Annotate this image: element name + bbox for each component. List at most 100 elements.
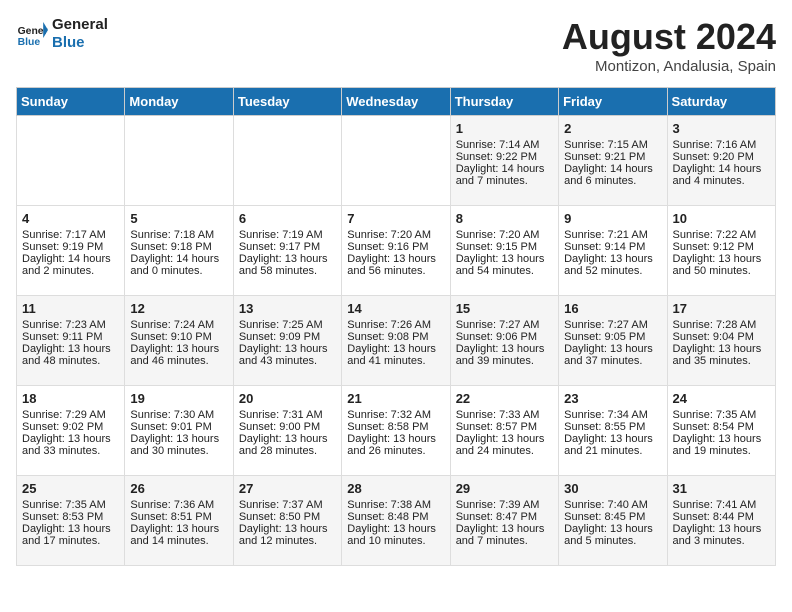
calendar-cell: 3Sunrise: 7:16 AMSunset: 9:20 PMDaylight… bbox=[667, 116, 775, 206]
cell-line: Sunset: 8:57 PM bbox=[456, 421, 553, 433]
header: General Blue General Blue August 2024 Mo… bbox=[16, 16, 776, 75]
cell-line: and 3 minutes. bbox=[673, 535, 770, 547]
cell-line: Sunset: 9:08 PM bbox=[347, 331, 444, 343]
cell-line: Daylight: 13 hours bbox=[456, 253, 553, 265]
cell-line: Sunrise: 7:18 AM bbox=[130, 229, 227, 241]
cell-line: Sunrise: 7:28 AM bbox=[673, 319, 770, 331]
calendar-cell: 2Sunrise: 7:15 AMSunset: 9:21 PMDaylight… bbox=[559, 116, 667, 206]
cell-line: Sunset: 8:58 PM bbox=[347, 421, 444, 433]
cell-line: Sunset: 9:01 PM bbox=[130, 421, 227, 433]
calendar-cell: 13Sunrise: 7:25 AMSunset: 9:09 PMDayligh… bbox=[233, 296, 341, 386]
cell-line: and 7 minutes. bbox=[456, 175, 553, 187]
cell-line: Daylight: 13 hours bbox=[239, 523, 336, 535]
calendar-cell: 25 Sunrise: 7:35 AMSunset: 8:53 PMDayligh… bbox=[17, 476, 125, 566]
day-number: 1 bbox=[456, 121, 553, 136]
day-number: 27 bbox=[239, 481, 336, 496]
calendar-cell: 23Sunrise: 7:34 AMSunset: 8:55 PMDayligh… bbox=[559, 386, 667, 476]
cell-line: Sunrise: 7:35 AM bbox=[22, 499, 119, 511]
sub-title: Montizon, Andalusia, Spain bbox=[562, 58, 776, 75]
cell-line: and 2 minutes. bbox=[22, 265, 119, 277]
day-number: 5 bbox=[130, 211, 227, 226]
svg-text:Blue: Blue bbox=[18, 37, 41, 48]
cell-line: and 10 minutes. bbox=[347, 535, 444, 547]
cell-line: Sunset: 8:53 PM bbox=[22, 511, 119, 523]
logo-general: General bbox=[52, 16, 108, 34]
calendar-cell: 22Sunrise: 7:33 AMSunset: 8:57 PMDayligh… bbox=[450, 386, 558, 476]
cell-line: Sunset: 9:09 PM bbox=[239, 331, 336, 343]
cell-line: Sunrise: 7:22 AM bbox=[673, 229, 770, 241]
cell-line: and 43 minutes. bbox=[239, 355, 336, 367]
cell-line: Sunrise: 7:30 AM bbox=[130, 409, 227, 421]
calendar-row-3: 11Sunrise: 7:23 AMSunset: 9:11 PMDayligh… bbox=[17, 296, 776, 386]
day-number: 25 bbox=[22, 481, 119, 496]
cell-line: Daylight: 13 hours bbox=[130, 523, 227, 535]
calendar-cell: 14Sunrise: 7:26 AMSunset: 9:08 PMDayligh… bbox=[342, 296, 450, 386]
weekday-header-saturday: Saturday bbox=[667, 88, 775, 116]
cell-line: Sunset: 9:15 PM bbox=[456, 241, 553, 253]
day-number: 6 bbox=[239, 211, 336, 226]
cell-line: and 30 minutes. bbox=[130, 445, 227, 457]
cell-line: Sunset: 9:02 PM bbox=[22, 421, 119, 433]
cell-line: Sunset: 9:21 PM bbox=[564, 151, 661, 163]
weekday-header-row: SundayMondayTuesdayWednesdayThursdayFrid… bbox=[17, 88, 776, 116]
day-number: 12 bbox=[130, 301, 227, 316]
weekday-header-sunday: Sunday bbox=[17, 88, 125, 116]
weekday-header-tuesday: Tuesday bbox=[233, 88, 341, 116]
cell-line: and 28 minutes. bbox=[239, 445, 336, 457]
cell-line: Daylight: 13 hours bbox=[673, 523, 770, 535]
calendar-cell: 9Sunrise: 7:21 AMSunset: 9:14 PMDaylight… bbox=[559, 206, 667, 296]
cell-line: and 6 minutes. bbox=[564, 175, 661, 187]
cell-line: and 5 minutes. bbox=[564, 535, 661, 547]
day-number: 22 bbox=[456, 391, 553, 406]
cell-line: Sunrise: 7:32 AM bbox=[347, 409, 444, 421]
cell-line: Sunset: 9:06 PM bbox=[456, 331, 553, 343]
day-number: 21 bbox=[347, 391, 444, 406]
cell-line: and 39 minutes. bbox=[456, 355, 553, 367]
cell-line: Daylight: 14 hours bbox=[22, 253, 119, 265]
logo-blue: Blue bbox=[52, 34, 108, 52]
cell-line: Daylight: 13 hours bbox=[130, 433, 227, 445]
cell-line: and 58 minutes. bbox=[239, 265, 336, 277]
calendar-cell bbox=[342, 116, 450, 206]
cell-line: and 4 minutes. bbox=[673, 175, 770, 187]
cell-line: Daylight: 13 hours bbox=[239, 343, 336, 355]
weekday-header-thursday: Thursday bbox=[450, 88, 558, 116]
cell-line: Sunset: 9:05 PM bbox=[564, 331, 661, 343]
cell-line: Sunrise: 7:27 AM bbox=[456, 319, 553, 331]
cell-line: Daylight: 13 hours bbox=[22, 523, 119, 535]
cell-line: Sunrise: 7:35 AM bbox=[673, 409, 770, 421]
cell-line: and 21 minutes. bbox=[564, 445, 661, 457]
cell-line: Sunset: 8:44 PM bbox=[673, 511, 770, 523]
cell-line: Sunrise: 7:20 AM bbox=[347, 229, 444, 241]
cell-line: Sunrise: 7:29 AM bbox=[22, 409, 119, 421]
cell-line: and 0 minutes. bbox=[130, 265, 227, 277]
calendar-cell: 5Sunrise: 7:18 AMSunset: 9:18 PMDaylight… bbox=[125, 206, 233, 296]
cell-line: Sunrise: 7:14 AM bbox=[456, 139, 553, 151]
cell-line: Sunrise: 7:41 AM bbox=[673, 499, 770, 511]
cell-line: and 50 minutes. bbox=[673, 265, 770, 277]
cell-line: and 7 minutes. bbox=[456, 535, 553, 547]
cell-line: and 54 minutes. bbox=[456, 265, 553, 277]
cell-line: Daylight: 13 hours bbox=[22, 433, 119, 445]
day-number: 17 bbox=[673, 301, 770, 316]
cell-line: Sunset: 9:12 PM bbox=[673, 241, 770, 253]
cell-line: Daylight: 13 hours bbox=[347, 523, 444, 535]
cell-line: Sunset: 9:11 PM bbox=[22, 331, 119, 343]
calendar-cell: 29Sunrise: 7:39 AMSunset: 8:47 PMDayligh… bbox=[450, 476, 558, 566]
cell-line: Sunset: 8:55 PM bbox=[564, 421, 661, 433]
calendar-cell: 26Sunrise: 7:36 AMSunset: 8:51 PMDayligh… bbox=[125, 476, 233, 566]
calendar-cell: 12Sunrise: 7:24 AMSunset: 9:10 PMDayligh… bbox=[125, 296, 233, 386]
day-number: 10 bbox=[673, 211, 770, 226]
cell-line: Daylight: 13 hours bbox=[239, 433, 336, 445]
cell-line: Sunrise: 7:27 AM bbox=[564, 319, 661, 331]
calendar-cell: 18Sunrise: 7:29 AMSunset: 9:02 PMDayligh… bbox=[17, 386, 125, 476]
day-number: 4 bbox=[22, 211, 119, 226]
cell-line: Sunrise: 7:20 AM bbox=[456, 229, 553, 241]
cell-line: and 35 minutes. bbox=[673, 355, 770, 367]
cell-line: and 46 minutes. bbox=[130, 355, 227, 367]
calendar-cell: 24Sunrise: 7:35 AMSunset: 8:54 PMDayligh… bbox=[667, 386, 775, 476]
cell-line: Sunset: 8:51 PM bbox=[130, 511, 227, 523]
day-number: 9 bbox=[564, 211, 661, 226]
cell-line: and 33 minutes. bbox=[22, 445, 119, 457]
day-number: 13 bbox=[239, 301, 336, 316]
